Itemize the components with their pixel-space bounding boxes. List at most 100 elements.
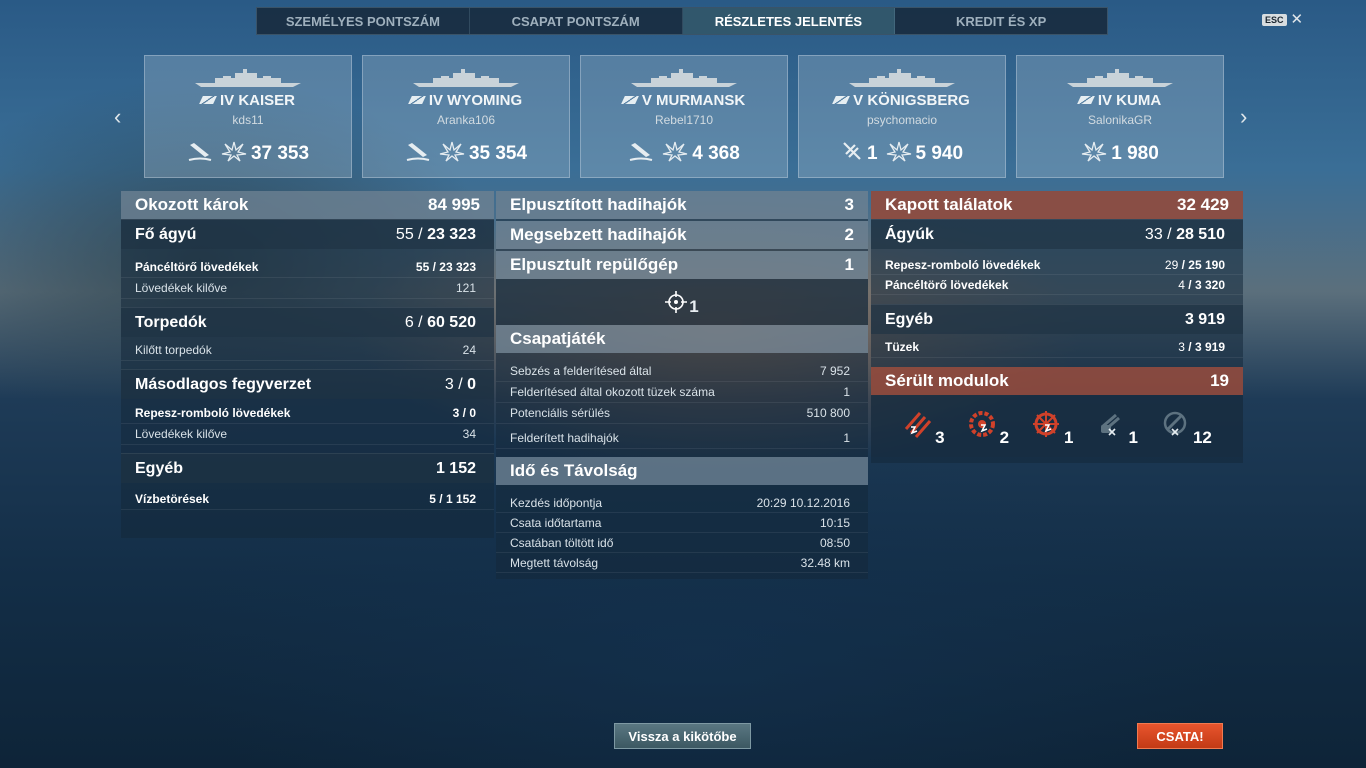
ship-name: IV KUMA (1017, 92, 1223, 109)
list-item: Kezdés időpontja 20:29 10.12.2016 (496, 493, 868, 513)
ship-card: IV KUMA SalonikaGR 1 980 (1016, 55, 1224, 178)
ship-name: V MURMANSK (581, 92, 787, 109)
ship-card: V KÖNIGSBERG psychomacio 1 5 940 (798, 55, 1006, 178)
module-damage-count: 1 (1064, 427, 1074, 447)
esc-key-label: ESC (1262, 14, 1287, 26)
main-guns-label: Fő ágyú (135, 225, 197, 243)
teamwork-header: Csapatjáték (496, 325, 868, 353)
ship-card: IV WYOMING Aranka106 35 354 (362, 55, 570, 178)
planes-destroyed-summary: 1 (496, 279, 868, 325)
module-damage-count: 3 (935, 427, 945, 447)
list-item: Kilőtt torpedók 24 (121, 340, 494, 361)
ship-stats: 4 368 (581, 140, 787, 168)
module-damage-count: 1 (1128, 427, 1138, 447)
damaged-module-item: 2 (967, 409, 1009, 447)
guns-received-row: Ágyúk 33 / 28 510 (871, 219, 1243, 249)
tab-personal-score[interactable]: SZEMÉLYES PONTSZÁM (257, 8, 470, 34)
player-name: psychomacio (866, 113, 938, 127)
ship-silhouette-icon (193, 68, 303, 93)
ship-name: IV WYOMING (363, 92, 569, 109)
list-item: Csatában töltött idő 08:50 (496, 533, 868, 553)
damage-dealt-header: Okozott károk 84 995 (121, 191, 494, 219)
ship-stats: 1 5 940 (799, 140, 1005, 168)
prev-ships-arrow-icon[interactable]: ‹ (114, 104, 121, 130)
damaged-module-item: 12 (1160, 409, 1212, 447)
ship-name: V KÖNIGSBERG (799, 92, 1005, 109)
list-item: Tüzek 3 / 3 919 (871, 337, 1243, 358)
damaged-module-item: 3 (902, 409, 945, 447)
planes-shot-stat: 1 (841, 140, 878, 168)
engine-icon (967, 409, 997, 444)
damage-received-panel: Kapott találatok 32 429 Ágyúk 33 / 28 510… (871, 191, 1243, 463)
player-name: kds11 (232, 113, 264, 127)
player-name: Aranka106 (436, 113, 496, 127)
planes-destroyed-count: 1 (689, 297, 699, 316)
list-item: Potenciális sérülés 510 800 (496, 403, 868, 424)
damaged-ships-row: Megsebzett hadihajók 2 (496, 221, 868, 249)
ship-class-icon (832, 96, 851, 104)
damaged-modules-header: Sérült modulok 19 (871, 367, 1243, 395)
ship-class-icon (620, 96, 639, 104)
ship-stats: 37 353 (145, 140, 351, 168)
results-panel: Elpusztított hadihajók 3 Megsebzett hadih… (496, 191, 868, 579)
damage-burst-icon (662, 140, 688, 168)
planes-destroyed-row: Elpusztult repülőgép 1 (496, 251, 868, 279)
list-item: Megtett távolság 32.48 km (496, 553, 868, 573)
torpedoes-row: Torpedók 6 / 60 520 (121, 307, 494, 337)
ship-class-icon (199, 96, 217, 104)
time-distance-header: Idő és Távolság (496, 457, 868, 485)
next-ships-arrow-icon[interactable]: › (1240, 104, 1247, 130)
close-icon: ✕ (1290, 11, 1304, 28)
torpedo-tubes-icon (902, 409, 932, 444)
ship-sunk-icon (187, 141, 213, 168)
player-name: Rebel1710 (654, 113, 714, 127)
report-tabs: SZEMÉLYES PONTSZÁM CSAPAT PONTSZÁM RÉSZL… (256, 7, 1108, 35)
aa-gun-icon (1160, 409, 1190, 444)
damage-stat: 1 980 (1081, 140, 1159, 168)
module-damage-count: 2 (999, 427, 1010, 447)
damage-stat: 35 354 (439, 140, 527, 168)
steering-gear-icon (1031, 409, 1061, 444)
battle-button[interactable]: CSATA! (1137, 723, 1223, 749)
back-to-port-button[interactable]: Vissza a kikötőbe (614, 723, 751, 749)
secondary-armament-row: Másodlagos fegyverzet 3 / 0 (121, 369, 494, 399)
plane-shot-icon (841, 140, 863, 168)
ship-silhouette-icon (411, 68, 521, 93)
damage-stat: 37 353 (221, 140, 309, 168)
damage-dealt-label: Okozott károk (135, 195, 249, 214)
damage-burst-icon (886, 140, 912, 168)
module-damage-count: 12 (1192, 427, 1212, 447)
ship-card: V MURMANSK Rebel1710 4 368 (580, 55, 788, 178)
ship-card: IV KAISER kds11 37 353 (144, 55, 352, 178)
damage-burst-icon (221, 140, 247, 168)
damage-dealt-panel: Okozott károk 84 995 Fő ágyú 55 / 23 323… (121, 191, 494, 538)
ship-name: IV KAISER (145, 92, 351, 109)
main-guns-value: 55 / 23 323 (395, 225, 476, 243)
damaged-modules-list: 3 2 1 1 12 (871, 395, 1243, 457)
tab-credits-xp[interactable]: KREDIT ÉS XP (895, 8, 1107, 34)
list-item: Páncéltörő lövedékek 4 / 3 320 (871, 275, 1243, 295)
list-item: Felderítésed által okozott tüzek száma 1 (496, 382, 868, 403)
destroyed-ships-row: Elpusztított hadihajók 3 (496, 191, 868, 219)
ship-sunk-icon (405, 141, 431, 168)
player-name: SalonikaGR (1087, 113, 1153, 127)
damaged-module-item: 1 (1096, 409, 1138, 447)
damage-burst-icon (1081, 140, 1107, 168)
ship-class-icon (1076, 96, 1095, 104)
crosshair-icon (665, 291, 688, 313)
ship-stats: 1 980 (1017, 140, 1223, 168)
ship-class-icon (407, 96, 426, 104)
tab-detailed-report[interactable]: RÉSZLETES JELENTÉS (682, 8, 896, 34)
damaged-module-item: 1 (1031, 409, 1074, 447)
list-item: Repesz-romboló lövedékek 29 / 25 190 (871, 255, 1243, 275)
list-item: Lövedékek kilőve 34 (121, 424, 494, 445)
tab-team-score[interactable]: CSAPAT PONTSZÁM (470, 8, 683, 34)
close-button[interactable]: ESC ✕ (1262, 11, 1304, 28)
damage-stat: 4 368 (662, 140, 740, 168)
list-item: Sebzés a felderítésed által 7 952 (496, 361, 868, 382)
list-item: Repesz-romboló lövedékek 3 / 0 (121, 403, 494, 424)
ship-silhouette-icon (847, 68, 957, 93)
other-received-row: Egyéb 3 919 (871, 304, 1243, 334)
damage-dealt-value: 84 995 (428, 195, 480, 214)
ship-sunk-icon (628, 141, 654, 168)
